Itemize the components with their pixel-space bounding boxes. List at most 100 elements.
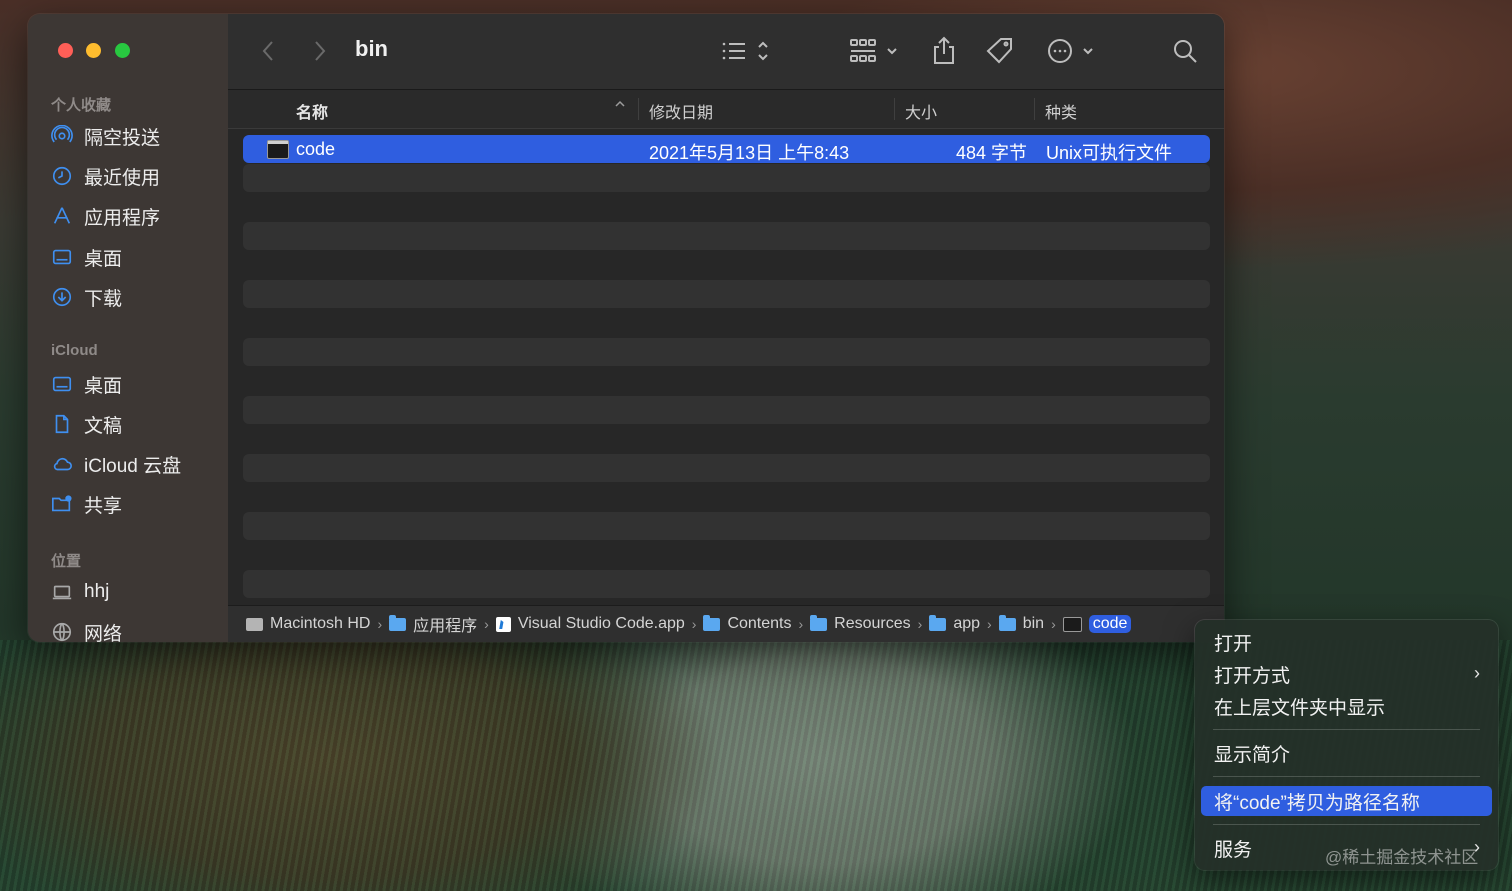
- path-crumb[interactable]: Contents: [703, 614, 792, 633]
- submenu-chevron-icon: ›: [1474, 663, 1480, 683]
- folder-icon: [810, 614, 828, 631]
- menu-item-show-in-enclosing-folder[interactable]: 在上层文件夹中显示: [1201, 691, 1492, 721]
- file-date: 2021年5月13日 上午8:43: [649, 143, 850, 163]
- network-globe-icon: [50, 620, 74, 642]
- sidebar-item-label: 文稿: [84, 415, 123, 437]
- minimize-window-button[interactable]: [86, 43, 101, 58]
- chevron-right-icon: ›: [691, 616, 697, 632]
- group-button[interactable]: [848, 36, 904, 66]
- menu-item-label: 将“code”拷贝为路径名称: [1214, 792, 1420, 814]
- chevron-right-icon: ›: [484, 616, 489, 632]
- column-size-header[interactable]: 大小: [905, 99, 937, 123]
- icloud-heading: iCloud: [51, 342, 98, 359]
- search-button[interactable]: [1170, 36, 1200, 66]
- path-crumb-label: code: [1088, 615, 1132, 633]
- empty-row: [243, 570, 1210, 598]
- column-kind-header[interactable]: 种类: [1045, 99, 1077, 123]
- vscode-icon: [495, 616, 511, 632]
- sidebar-item-label: iCloud 云盘: [84, 455, 182, 477]
- menu-separator: [1213, 776, 1480, 777]
- sidebar-item-desktop[interactable]: 桌面: [50, 241, 122, 273]
- path-crumb[interactable]: bin: [998, 614, 1045, 633]
- sidebar-item-documents[interactable]: 文稿: [50, 408, 122, 440]
- column-name-header[interactable]: 名称: [296, 99, 328, 123]
- empty-row: [243, 280, 1210, 308]
- folder-icon: [389, 614, 407, 631]
- chevron-left-icon: [262, 41, 273, 61]
- sidebar-item-airdrop[interactable]: 隔空投送: [50, 120, 160, 152]
- table-row[interactable]: code 2021年5月13日 上午8:43 484 字节 Unix可执行文件: [243, 135, 1210, 163]
- file-name: code: [296, 139, 336, 159]
- context-menu: 打开 打开方式 › 在上层文件夹中显示 显示简介 将“code”拷贝为路径名称 …: [1195, 620, 1498, 870]
- sidebar-item-icloud-desktop[interactable]: 桌面: [50, 368, 122, 400]
- zoom-window-button[interactable]: [115, 43, 130, 58]
- empty-row: [243, 251, 1210, 279]
- sidebar-item-label: 应用程序: [84, 207, 161, 229]
- path-crumb-label: 应用程序: [413, 618, 478, 635]
- locations-heading: 位置: [51, 553, 82, 570]
- empty-row: [243, 309, 1210, 337]
- path-crumb[interactable]: Resources: [810, 614, 911, 633]
- sidebar-item-recents[interactable]: 最近使用: [50, 160, 160, 192]
- column-divider: [894, 98, 895, 120]
- column-date-header[interactable]: 修改日期: [649, 99, 713, 123]
- path-crumb-current[interactable]: code: [1062, 615, 1132, 633]
- folder-icon: [703, 614, 721, 631]
- toolbar: bin: [228, 14, 1224, 90]
- window-title: bin: [355, 36, 388, 61]
- forward-button[interactable]: [308, 36, 332, 66]
- sidebar-item-label: 桌面: [84, 375, 123, 397]
- sidebar-item-downloads[interactable]: 下载: [50, 281, 122, 313]
- sidebar-item-label: 隔空投送: [84, 127, 161, 149]
- action-menu-button[interactable]: [1046, 36, 1102, 66]
- sidebar-item-icloud-drive[interactable]: iCloud 云盘: [50, 448, 181, 480]
- sidebar: 个人收藏 隔空投送 最近使用 应用程序 桌面 下载 iCloud 桌面 文稿 i…: [28, 14, 228, 642]
- sidebar-item-network[interactable]: 网络: [50, 616, 122, 642]
- path-crumb-label: bin: [1022, 615, 1045, 632]
- cloud-icon: [50, 452, 74, 476]
- file-browser: bin 名称 修改日期 大小 种类 code 2021年5月13日 上午8:43…: [228, 14, 1224, 642]
- finder-window: 个人收藏 隔空投送 最近使用 应用程序 桌面 下载 iCloud 桌面 文稿 i…: [28, 14, 1224, 642]
- grid-group-icon: [850, 39, 897, 62]
- file-size: 484 字节: [956, 143, 1028, 163]
- tags-button[interactable]: [984, 36, 1016, 66]
- share-icon: [934, 36, 954, 64]
- chevron-right-icon: ›: [798, 616, 804, 632]
- airdrop-icon: [50, 124, 74, 148]
- menu-item-open[interactable]: 打开: [1201, 627, 1492, 657]
- path-crumb[interactable]: Macintosh HD: [246, 615, 370, 633]
- favorites-heading: 个人收藏: [51, 97, 112, 114]
- chevron-right-icon: ›: [1051, 616, 1056, 632]
- folder-icon: [929, 614, 947, 631]
- ellipsis-circle-icon: [1048, 39, 1093, 63]
- empty-row: [243, 425, 1210, 453]
- sidebar-item-computer[interactable]: hhj: [50, 576, 109, 608]
- applications-icon: [50, 204, 74, 228]
- chevron-right-icon: [315, 41, 326, 61]
- sidebar-item-label: 共享: [84, 495, 123, 517]
- empty-row: [243, 541, 1210, 569]
- executable-icon: [1062, 616, 1082, 632]
- sidebar-item-label: hhj: [84, 581, 110, 602]
- sidebar-item-label: 网络: [84, 623, 123, 643]
- path-crumb[interactable]: app: [929, 614, 980, 633]
- share-button[interactable]: [930, 36, 958, 66]
- close-window-button[interactable]: [58, 43, 73, 58]
- path-crumb[interactable]: Visual Studio Code.app: [495, 615, 685, 633]
- menu-item-label: 服务: [1214, 839, 1253, 861]
- path-crumb[interactable]: 应用程序: [389, 612, 477, 636]
- menu-item-open-with[interactable]: 打开方式 ›: [1201, 659, 1492, 689]
- download-icon: [50, 285, 74, 309]
- folder-icon: [998, 614, 1016, 631]
- sidebar-item-label: 最近使用: [84, 167, 161, 189]
- menu-item-label: 在上层文件夹中显示: [1214, 697, 1386, 719]
- executable-file-icon: [267, 140, 289, 159]
- menu-item-get-info[interactable]: 显示简介: [1201, 738, 1492, 768]
- empty-row: [243, 367, 1210, 395]
- view-mode-button[interactable]: [720, 36, 774, 66]
- back-button[interactable]: [256, 36, 280, 66]
- menu-item-copy-as-pathname[interactable]: 将“code”拷贝为路径名称: [1201, 786, 1492, 816]
- empty-row: [243, 454, 1210, 482]
- sidebar-item-applications[interactable]: 应用程序: [50, 200, 160, 232]
- sidebar-item-shared[interactable]: 共享: [50, 488, 122, 520]
